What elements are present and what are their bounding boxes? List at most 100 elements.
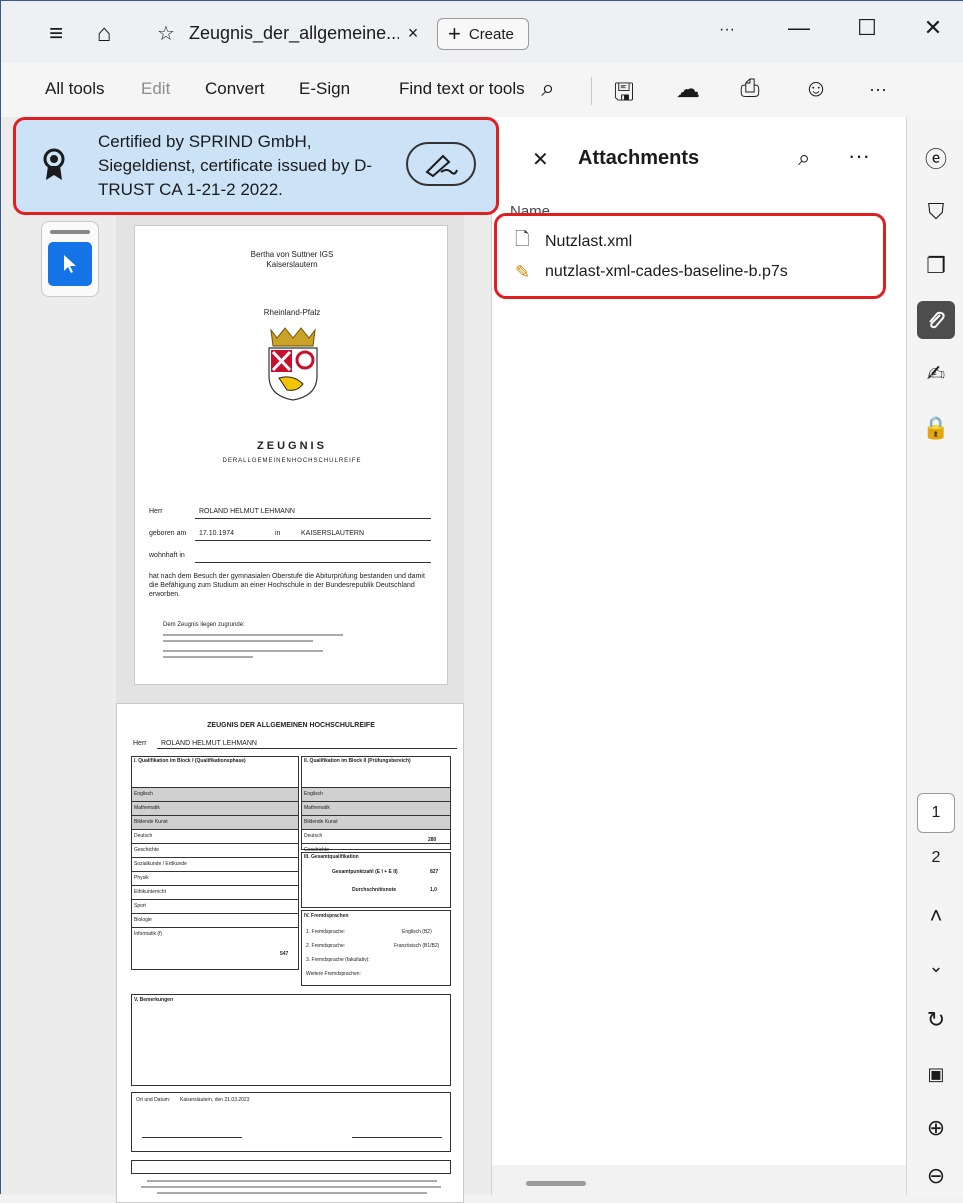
attachment-item[interactable]: 🗋 Nutzlast.xml [515, 229, 632, 254]
menu-icon[interactable]: ≡ [41, 19, 71, 49]
close-panel-icon[interactable]: ✕ [532, 147, 549, 172]
horizontal-scrollbar[interactable] [526, 1181, 586, 1186]
attachments-icon[interactable] [917, 301, 955, 339]
window-more-button[interactable]: ··· [707, 21, 747, 39]
subject-row: Biologie [132, 913, 298, 927]
create-button[interactable]: + Create [437, 18, 529, 50]
main-toolbar: All tools Edit Convert E-Sign Find text … [1, 63, 963, 117]
block1-table: I. Qualifikation im Block I (Qualifikati… [131, 756, 299, 970]
durchschnitt-label: Durchschnittsnote [352, 887, 397, 893]
in-label: in [275, 530, 281, 537]
right-tool-rail: ⓔ ⛉ ❐ ✍ 🔒 1 2 ˄ ⌄ ↻ ▣ ⊕ ⊖ [906, 117, 963, 1195]
create-label: Create [468, 25, 514, 43]
maximize-button[interactable]: ☐ [847, 15, 887, 41]
share-user-icon[interactable]: ☺ [799, 75, 833, 103]
certificate-text: Certified by SPRIND GmbH, Siegeldienst, … [98, 132, 373, 199]
school-name: Bertha von Suttner IGS [250, 250, 334, 259]
certified-ribbon-icon [42, 148, 66, 189]
subject-row: Ethikunterricht [132, 885, 298, 899]
document-lock-icon[interactable]: 🔒 [917, 409, 955, 447]
actual-size-icon[interactable]: ▣ [917, 1055, 955, 1093]
page2-name-line [157, 748, 457, 749]
signature-pen-icon [425, 154, 458, 178]
ort-label: Ort und Datum: [136, 1097, 171, 1103]
subject-row: Geschichte [132, 843, 298, 857]
fremd2: Französisch (B1/B2) [394, 943, 440, 949]
student-name: ROLAND HELMUT LEHMANN [199, 508, 295, 515]
subject-row: Sport [132, 899, 298, 913]
attachments-bottom-bar [492, 1165, 906, 1195]
fremd-title: IV. Fremdsprachen [304, 913, 349, 919]
upload-cloud-icon[interactable]: ☁ [671, 75, 705, 104]
all-tools-button[interactable]: All tools [45, 79, 105, 99]
home-icon[interactable]: ⌂ [89, 19, 119, 49]
subject-row: Mathematik [132, 801, 298, 815]
born-label: geboren am [149, 530, 187, 537]
basis-line-3 [163, 650, 323, 652]
document-page-1: Bertha von Suttner IGS Kaiserslautern Rh… [134, 225, 448, 685]
document-viewer[interactable]: Certified by SPRIND GmbH, Siegeldienst, … [1, 117, 499, 1203]
chevron-down-icon[interactable]: ⌄ [917, 947, 955, 985]
fremd3-label: 3. Fremdsprache (fakultativ): [306, 957, 370, 963]
fremd-weitere: Weitere Fremdsprachen: [306, 971, 361, 977]
attachments-more-button[interactable]: ··· [848, 143, 870, 169]
convert-button[interactable]: Convert [205, 79, 265, 99]
zoom-in-icon[interactable]: ⊕ [917, 1109, 955, 1147]
document-tab[interactable]: ☆ Zeugnis_der_allgemeine... × [139, 13, 427, 53]
edit-button[interactable]: Edit [141, 79, 170, 99]
block2-total: 280 [428, 837, 437, 843]
attachments-list: 🗋 Nutzlast.xml ✎ nutzlast-xml-cades-base… [494, 213, 886, 299]
page-scroll-area[interactable]: Bertha von Suttner IGS Kaiserslautern Rh… [116, 209, 464, 1203]
grade-scale-table [131, 1160, 451, 1174]
attachment-name: nutzlast-xml-cades-baseline-b.p7s [545, 263, 788, 280]
toolbar-more-button[interactable]: ··· [861, 79, 895, 100]
pages-icon[interactable]: ❐ [917, 247, 955, 285]
comment-icon[interactable]: ⓔ [917, 139, 955, 177]
plus-icon: + [448, 21, 461, 46]
page-2-number[interactable]: 2 [917, 849, 955, 867]
save-icon[interactable]: 🖫 [607, 75, 641, 116]
signature-panel-button[interactable] [406, 142, 476, 186]
basis-line-4 [163, 656, 253, 658]
subject-row: Bildende Kunst [302, 815, 450, 829]
rotate-icon[interactable]: ↻ [917, 1001, 955, 1039]
certificate-banner: Certified by SPRIND GmbH, Siegeldienst, … [13, 117, 499, 215]
attachments-title: Attachments [578, 147, 700, 169]
block2-title: II. Qualifikation im Block II (Prüfungsb… [304, 758, 411, 764]
print-icon[interactable]: ⎙ [733, 75, 767, 103]
fremdsprachen-table: IV. Fremdsprachen 1. Fremdsprache: Engli… [301, 910, 451, 986]
star-icon[interactable]: ☆ [151, 21, 181, 46]
close-window-button[interactable]: ✕ [913, 15, 953, 41]
graduation-statement: hat nach dem Besuch der gymnasialen Ober… [149, 573, 425, 598]
subject-row: Physik [132, 871, 298, 885]
basis-label: Dem Zeugnis liegen zugrunde: [163, 622, 245, 628]
tab-close-button[interactable]: × [399, 23, 427, 44]
minimize-button[interactable]: — [779, 15, 819, 41]
search-attachments-icon[interactable]: ⌕ [798, 145, 810, 171]
state-name: Rheinland-Pfalz [263, 308, 321, 317]
bemerkungen-title: V. Bemerkungen [134, 997, 173, 1003]
footnote-line-1 [147, 1180, 437, 1182]
select-tool-button[interactable] [48, 242, 92, 286]
file-icon: 🗋 [515, 229, 530, 249]
subject-row: Englisch [132, 787, 298, 801]
palette-handle[interactable] [50, 230, 90, 234]
attachments-panel: ✕ Attachments ⌕ ··· Name 🗋 Nutzlast.xml … [492, 117, 906, 1195]
acrobat-window: ≡ ⌂ ☆ Zeugnis_der_allgemeine... × + Crea… [0, 0, 963, 1203]
attachment-item[interactable]: ✎ nutzlast-xml-cades-baseline-b.p7s [515, 260, 788, 284]
esign-button[interactable]: E-Sign [299, 79, 350, 99]
find-text-or-tools[interactable]: Find text or tools [399, 79, 525, 99]
page2-herr: Herr [133, 740, 147, 747]
cursor-arrow-icon [64, 255, 76, 273]
search-icon[interactable]: ⌕ [531, 75, 565, 103]
attachments-header: ✕ Attachments ⌕ ··· [492, 117, 906, 197]
current-page-indicator[interactable]: 1 [917, 793, 955, 833]
subject-row: Englisch [302, 787, 450, 801]
block1-rows: Englisch Mathematik Bildende Kunst Deutsch G… [132, 787, 298, 941]
signature-icon[interactable]: ✍ [917, 355, 955, 393]
zoom-out-icon[interactable]: ⊖ [917, 1157, 955, 1195]
school-city: Kaiserslautern [266, 260, 318, 269]
bookmarks-icon[interactable]: ⛉ [917, 193, 955, 231]
chevron-up-icon[interactable]: ˄ [917, 897, 955, 935]
fremd2-label: 2. Fremdsprache: [306, 943, 346, 949]
